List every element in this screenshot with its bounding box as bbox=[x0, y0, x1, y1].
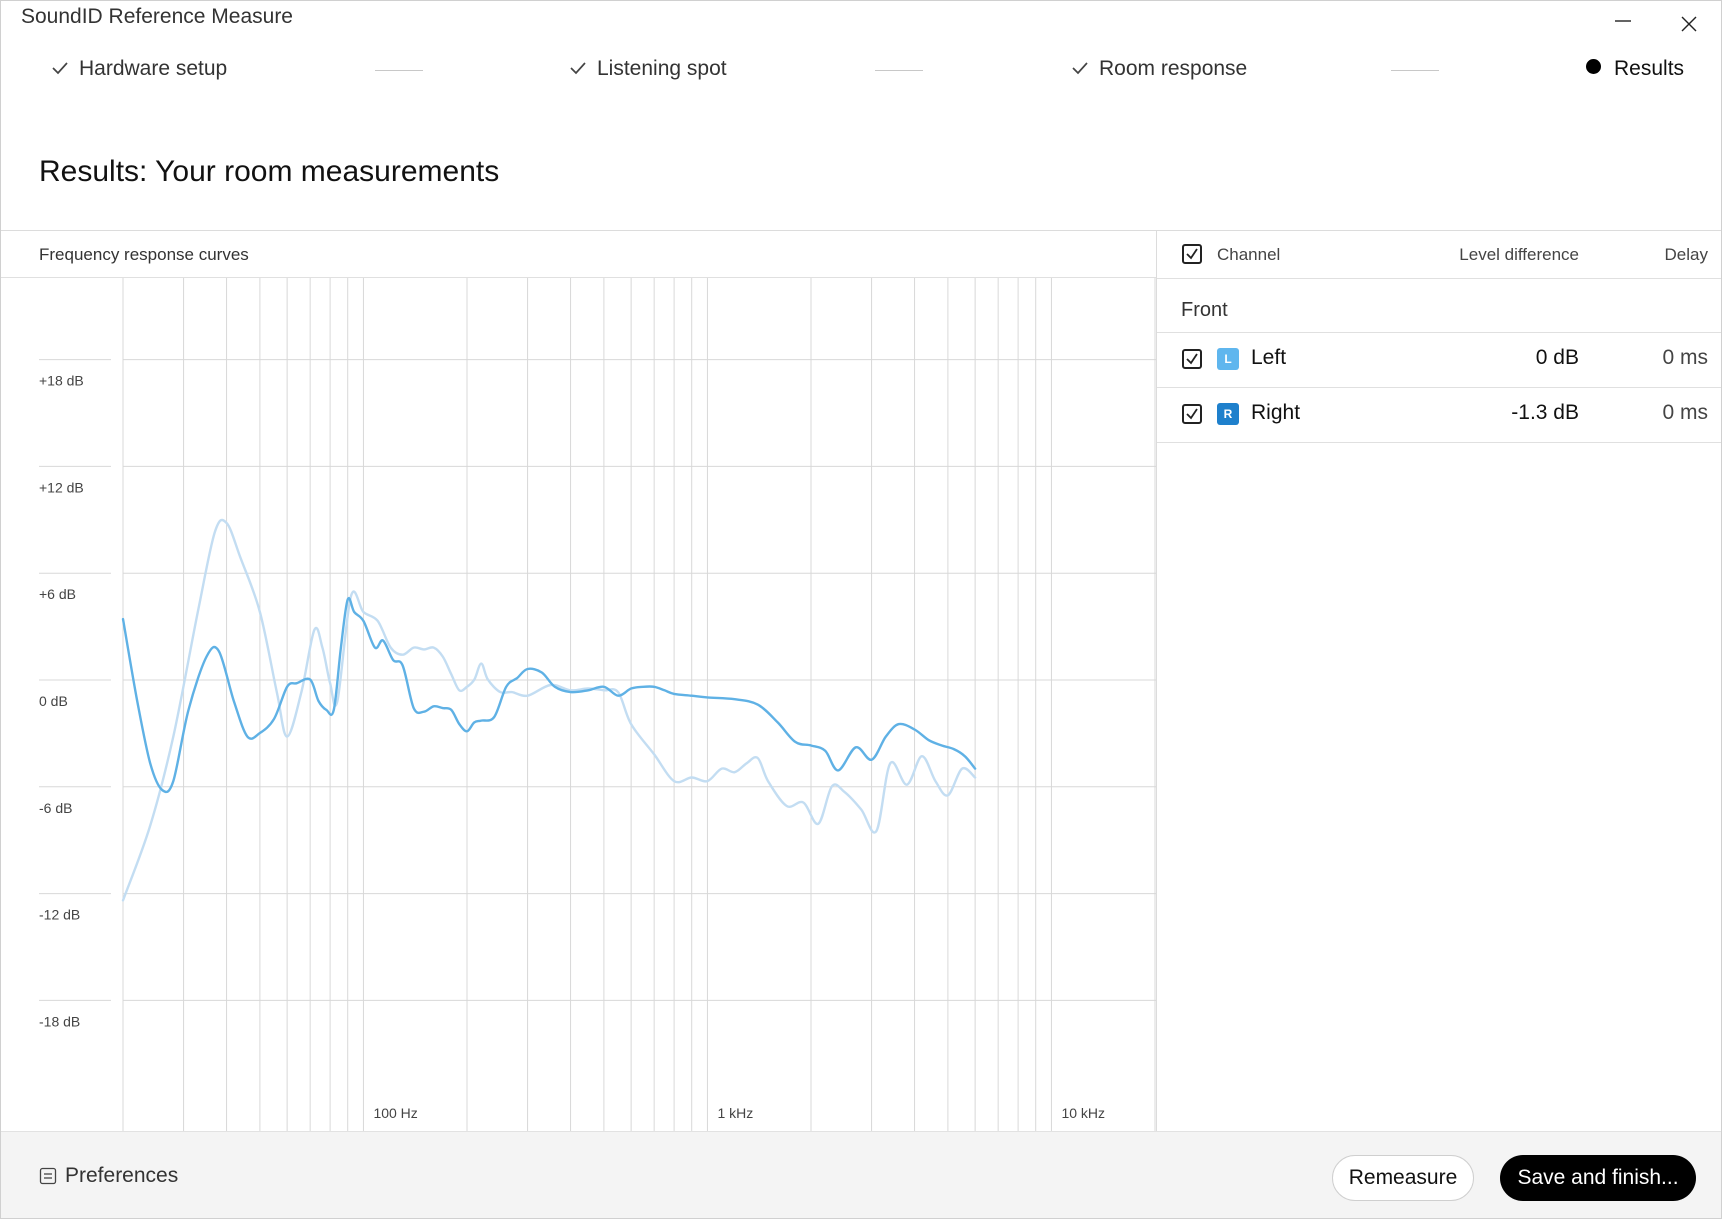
preferences-button[interactable]: Preferences bbox=[39, 1164, 178, 1188]
step-results[interactable]: Results bbox=[1586, 57, 1684, 81]
step-label: Room response bbox=[1099, 57, 1248, 80]
app-window: SoundID Reference Measure Hardware setup… bbox=[0, 0, 1722, 1219]
checkmark-icon bbox=[1186, 353, 1198, 365]
preferences-icon bbox=[39, 1167, 57, 1185]
y-tick-label: +6 dB bbox=[39, 586, 76, 602]
step-room-response[interactable]: Room response bbox=[1071, 57, 1247, 81]
footer-bar: Preferences Remeasure Save and finish... bbox=[1, 1131, 1721, 1218]
channel-row-right: R Right -1.3 dB 0 ms bbox=[1157, 387, 1721, 443]
preferences-label: Preferences bbox=[65, 1164, 179, 1187]
channel-badge-right: R bbox=[1217, 403, 1239, 425]
channel-panel: Channel Level difference Delay Front L L… bbox=[1157, 231, 1721, 1131]
step-label: Results bbox=[1614, 57, 1685, 80]
channel-name: Left bbox=[1251, 346, 1287, 369]
remeasure-button[interactable]: Remeasure bbox=[1332, 1155, 1474, 1201]
channel-group-title: Front bbox=[1181, 299, 1228, 321]
page-title: Results: Your room measurements bbox=[39, 155, 500, 188]
y-tick-label: -18 dB bbox=[39, 1013, 80, 1029]
chart-title: Frequency response curves bbox=[39, 245, 249, 264]
close-icon bbox=[1681, 16, 1697, 32]
channel-badge-left: L bbox=[1217, 348, 1239, 370]
check-icon bbox=[1071, 57, 1089, 81]
response-curve-right bbox=[121, 596, 977, 794]
frequency-chart-panel: Frequency response curves +18 dB +12 dB +6… bbox=[1, 231, 1157, 1131]
y-tick-label: 0 dB bbox=[39, 693, 68, 709]
channel-left-checkbox[interactable] bbox=[1182, 349, 1202, 369]
x-tick-label: 1 kHz bbox=[717, 1105, 753, 1121]
step-listening-spot[interactable]: Listening spot bbox=[569, 57, 727, 81]
channel-table-header: Channel Level difference Delay bbox=[1157, 231, 1721, 279]
select-all-checkbox[interactable] bbox=[1182, 244, 1202, 264]
channel-right-checkbox[interactable] bbox=[1182, 404, 1202, 424]
column-level-difference: Level difference bbox=[1459, 245, 1579, 264]
step-divider bbox=[1391, 70, 1439, 71]
channel-row-left: L Left 0 dB 0 ms bbox=[1157, 332, 1721, 387]
app-title: SoundID Reference Measure bbox=[21, 5, 293, 28]
y-tick-label: -6 dB bbox=[39, 800, 72, 816]
channel-name: Right bbox=[1251, 401, 1301, 424]
channel-level: 0 dB bbox=[1535, 346, 1579, 369]
y-tick-label: -12 dB bbox=[39, 907, 80, 923]
chart-header: Frequency response curves bbox=[1, 231, 1156, 278]
checkmark-icon bbox=[1186, 408, 1198, 420]
title-bar: SoundID Reference Measure bbox=[1, 1, 1721, 41]
check-icon bbox=[569, 57, 587, 81]
close-button[interactable] bbox=[1661, 1, 1717, 45]
step-divider bbox=[375, 70, 423, 71]
step-divider bbox=[875, 70, 923, 71]
step-label: Hardware setup bbox=[79, 57, 228, 80]
column-delay: Delay bbox=[1664, 245, 1708, 264]
save-and-finish-button[interactable]: Save and finish... bbox=[1500, 1155, 1696, 1201]
minimize-button[interactable] bbox=[1595, 1, 1651, 45]
check-icon bbox=[51, 57, 69, 81]
checkmark-icon bbox=[1186, 248, 1198, 260]
y-tick-label: +18 dB bbox=[39, 373, 84, 389]
response-curve-left bbox=[121, 518, 977, 902]
wizard-steps: Hardware setup Listening spot Room respo… bbox=[1, 49, 1721, 89]
x-tick-label: 10 kHz bbox=[1061, 1105, 1105, 1121]
step-hardware-setup[interactable]: Hardware setup bbox=[51, 57, 227, 81]
minimize-icon bbox=[1615, 20, 1631, 22]
channel-delay: 0 ms bbox=[1662, 346, 1708, 369]
y-tick-label: +12 dB bbox=[39, 479, 84, 495]
x-tick-label: 100 Hz bbox=[373, 1105, 417, 1121]
step-label: Listening spot bbox=[597, 57, 727, 80]
column-channel: Channel bbox=[1217, 245, 1281, 264]
channel-level: -1.3 dB bbox=[1511, 401, 1579, 424]
frequency-response-chart: +18 dB +12 dB +6 dB 0 dB -6 dB -12 dB -18 dB 10… bbox=[39, 278, 1156, 1131]
dot-icon bbox=[1586, 59, 1601, 74]
channel-delay: 0 ms bbox=[1662, 401, 1708, 424]
